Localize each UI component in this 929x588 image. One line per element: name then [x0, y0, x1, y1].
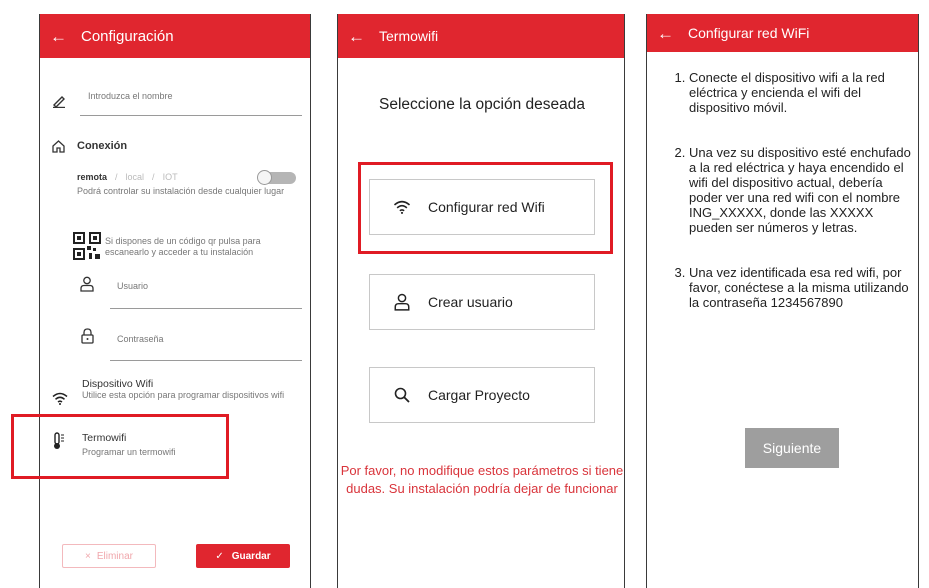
back-arrow-icon[interactable]: ← [348, 28, 365, 45]
mode-separator: / [152, 172, 155, 182]
screen-title: Configurar red WiFi [688, 25, 810, 41]
mode-separator: / [115, 172, 118, 182]
save-label: Guardar [231, 550, 271, 562]
app-bar: ← Configuración [40, 14, 310, 58]
toggle-knob [257, 170, 272, 185]
create-user-button[interactable]: Crear usuario [369, 274, 595, 330]
instruction-step: Una vez su dispositivo esté enchufado a … [689, 145, 911, 235]
load-project-label: Cargar Proyecto [428, 387, 530, 403]
highlight-box-termowifi [11, 414, 229, 479]
wifi-device-description: Utilice esta opción para programar dispo… [82, 390, 285, 400]
instruction-step: Conecte el dispositivo wifi a la red elé… [689, 70, 911, 115]
name-input[interactable]: Introduzca el nombre [88, 91, 173, 101]
connection-mode-selector: remota / local / IOT [77, 172, 178, 182]
password-input[interactable]: Contraseña [117, 334, 164, 344]
username-input[interactable]: Usuario [117, 281, 148, 291]
wifi-device-option[interactable]: Dispositivo Wifi Utilice esta opción par… [82, 378, 304, 408]
warning-message: Por favor, no modifique estos parámetros… [340, 463, 624, 496]
name-input-underline [80, 115, 302, 116]
save-button[interactable]: ✓ Guardar [196, 544, 290, 568]
mode-local[interactable]: local [126, 172, 145, 182]
highlight-box-configure-wifi [358, 162, 613, 254]
delete-button[interactable]: × Eliminar [62, 544, 156, 568]
selection-prompt: Seleccione la opción deseada [379, 96, 585, 113]
screen-title: Termowifi [379, 28, 439, 44]
qr-description: Si dispones de un código qr pulsa para e… [105, 236, 261, 257]
load-project-button[interactable]: Cargar Proyecto [369, 367, 595, 423]
wifi-setup-screen: ← Configurar red WiFi Conecte el disposi… [646, 14, 919, 588]
mode-remote[interactable]: remota [77, 172, 107, 182]
remote-description: Podrá controlar su instalación desde cua… [77, 186, 285, 196]
screen-title: Configuración [81, 27, 174, 45]
search-icon [394, 387, 410, 403]
close-icon: × [85, 550, 91, 562]
user-icon [80, 276, 94, 292]
delete-label: Eliminar [96, 550, 133, 562]
instruction-step: Una vez identificada esa red wifi, por f… [689, 265, 911, 310]
pencil-icon [53, 96, 65, 108]
lock-icon [81, 328, 94, 344]
app-bar: ← Configurar red WiFi [647, 14, 918, 52]
next-button[interactable]: Siguiente [745, 428, 839, 468]
back-arrow-icon[interactable]: ← [657, 25, 674, 42]
home-icon [52, 140, 65, 153]
instruction-steps: Conecte el dispositivo wifi a la red elé… [671, 70, 911, 340]
user-icon [394, 293, 410, 311]
username-underline [110, 308, 302, 309]
create-user-label: Crear usuario [428, 294, 513, 310]
mode-iot[interactable]: IOT [163, 172, 178, 182]
qr-code-icon[interactable] [73, 232, 101, 260]
password-underline [110, 360, 302, 361]
back-arrow-icon[interactable]: ← [50, 28, 67, 45]
connection-toggle[interactable] [257, 170, 296, 185]
connection-title: Conexión [77, 140, 128, 152]
termowifi-screen: ← Termowifi Seleccione la opción deseada… [337, 14, 625, 588]
check-icon: ✓ [215, 550, 224, 562]
wifi-device-title: Dispositivo Wifi [82, 378, 154, 390]
configuration-screen: ← Configuración Introduzca el nombre Con… [39, 14, 311, 588]
app-bar: ← Termowifi [338, 14, 624, 58]
wifi-icon [52, 392, 68, 405]
